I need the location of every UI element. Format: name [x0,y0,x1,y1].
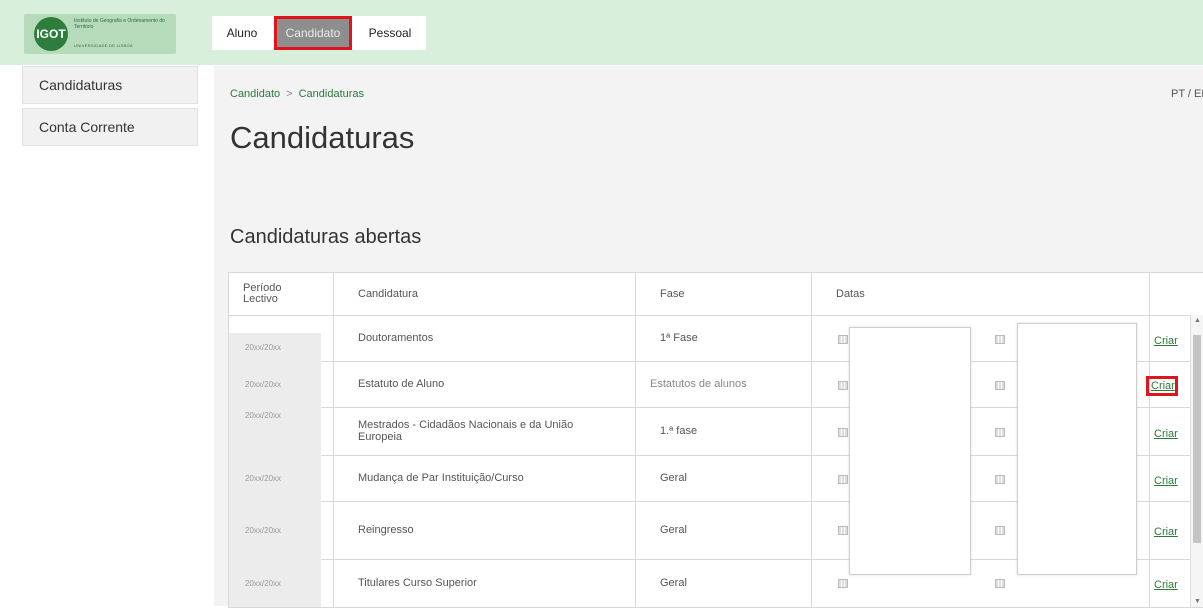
tab-pessoal[interactable]: Pessoal [358,16,422,50]
candidatura-cell: Doutoramentos [334,315,636,361]
header-datas: Datas [812,273,1150,315]
fase-cell: Geral [636,455,812,501]
fase-cell: 1ª Fase [636,315,812,361]
calendar-icon[interactable] [995,381,1005,390]
criar-link-highlighted[interactable]: Criar [1146,376,1178,396]
period-cell: 20xx/20xx [229,559,334,607]
table-scrollbar[interactable]: ▲ ▼ [1190,315,1203,607]
criar-link[interactable]: Criar [1154,475,1178,487]
fase-cell: 1.ª fase [636,407,812,455]
candidaturas-table: Período Lectivo Candidatura Fase Datas 2… [228,272,1203,608]
breadcrumb-candidato[interactable]: Candidato [230,88,280,100]
candidatura-cell: Titulares Curso Superior [334,559,636,607]
period-cell: 20xx/20xx [229,455,334,501]
period-cell: 20xx/20xx [229,407,334,455]
main-content: Candidato > Candidaturas PT / EN Candidatu… [214,66,1203,608]
calendar-icon[interactable] [995,475,1005,484]
calendar-icon[interactable] [838,475,848,484]
logo-mark: IGOT [34,17,68,51]
sidebar: Candidaturas Conta Corrente [22,66,198,150]
breadcrumb-candidaturas[interactable]: Candidaturas [299,88,364,100]
logo-subtext: UNIVERSIDADE DE LISBOA [74,43,133,48]
sidebar-item-candidaturas[interactable]: Candidaturas [22,66,198,104]
table-header: Período Lectivo Candidatura Fase Datas [229,273,1203,316]
tab-aluno[interactable]: Aluno [216,16,268,50]
calendar-icon[interactable] [995,526,1005,535]
calendar-icon[interactable] [838,381,848,390]
calendar-icon[interactable] [995,579,1005,588]
calendar-icon[interactable] [995,335,1005,344]
tab-candidato[interactable]: Candidato [274,16,352,50]
language-switcher[interactable]: PT / EN [1171,88,1203,100]
date-picker-overlay [849,327,971,575]
period-value: 20xx/20xx [229,455,321,501]
fase-cell: Estatutos de alunos [636,361,812,407]
criar-link[interactable]: Criar [1154,526,1178,538]
igot-logo[interactable]: IGOT Instituto de Geografia e Ordenament… [24,14,176,54]
period-value: 20xx/20xx [229,559,321,607]
calendar-icon[interactable] [995,428,1005,437]
calendar-icon[interactable] [838,579,848,588]
calendar-icon[interactable] [838,428,848,437]
header-periodo: Período Lectivo [229,273,334,315]
period-cell: 20xx/20xx [229,501,334,559]
fase-cell: Geral [636,501,812,559]
header-candidatura: Candidatura [334,273,636,315]
period-value: 20xx/20xx [229,361,321,407]
sidebar-item-conta-corrente[interactable]: Conta Corrente [22,108,198,146]
header-fase: Fase [636,273,812,315]
period-value: 20xx/20xx [229,333,321,361]
top-bar: IGOT Instituto de Geografia e Ordenament… [0,0,1203,65]
breadcrumb: Candidato > Candidaturas [230,88,364,100]
calendar-icon[interactable] [838,526,848,535]
header-action [1150,273,1190,315]
breadcrumb-separator: > [286,88,293,100]
period-cell: 20xx/20xx [229,315,334,361]
candidatura-cell: Estatuto de Aluno [334,361,636,407]
header-periodo-label: Período Lectivo [243,282,282,305]
section-title: Candidaturas abertas [230,226,422,248]
period-value: 20xx/20xx [229,407,321,455]
logo-text: Instituto de Geografia e Ordenamento do … [74,18,165,30]
calendar-icon[interactable] [838,335,848,344]
top-navigation: Aluno Candidato Pessoal [212,16,426,50]
period-cell: 20xx/20xx [229,361,334,407]
candidatura-cell: Mudança de Par Instituição/Curso [334,455,636,501]
scroll-down-icon[interactable]: ▼ [1194,598,1201,605]
candidatura-cell: Reingresso [334,501,636,559]
candidatura-text: Mestrados - Cidadãos Nacionais e da Uniã… [358,419,574,443]
criar-link[interactable]: Criar [1154,579,1178,591]
page-title: Candidaturas [230,120,415,155]
criar-link[interactable]: Criar [1154,335,1178,347]
scroll-thumb[interactable] [1193,335,1201,543]
criar-link[interactable]: Criar [1154,428,1178,440]
scroll-up-icon[interactable]: ▲ [1194,317,1201,324]
period-value: 20xx/20xx [229,501,321,559]
date-picker-overlay [1017,323,1137,575]
candidatura-cell: Mestrados - Cidadãos Nacionais e da Uniã… [334,407,636,455]
fase-cell: Geral [636,559,812,607]
